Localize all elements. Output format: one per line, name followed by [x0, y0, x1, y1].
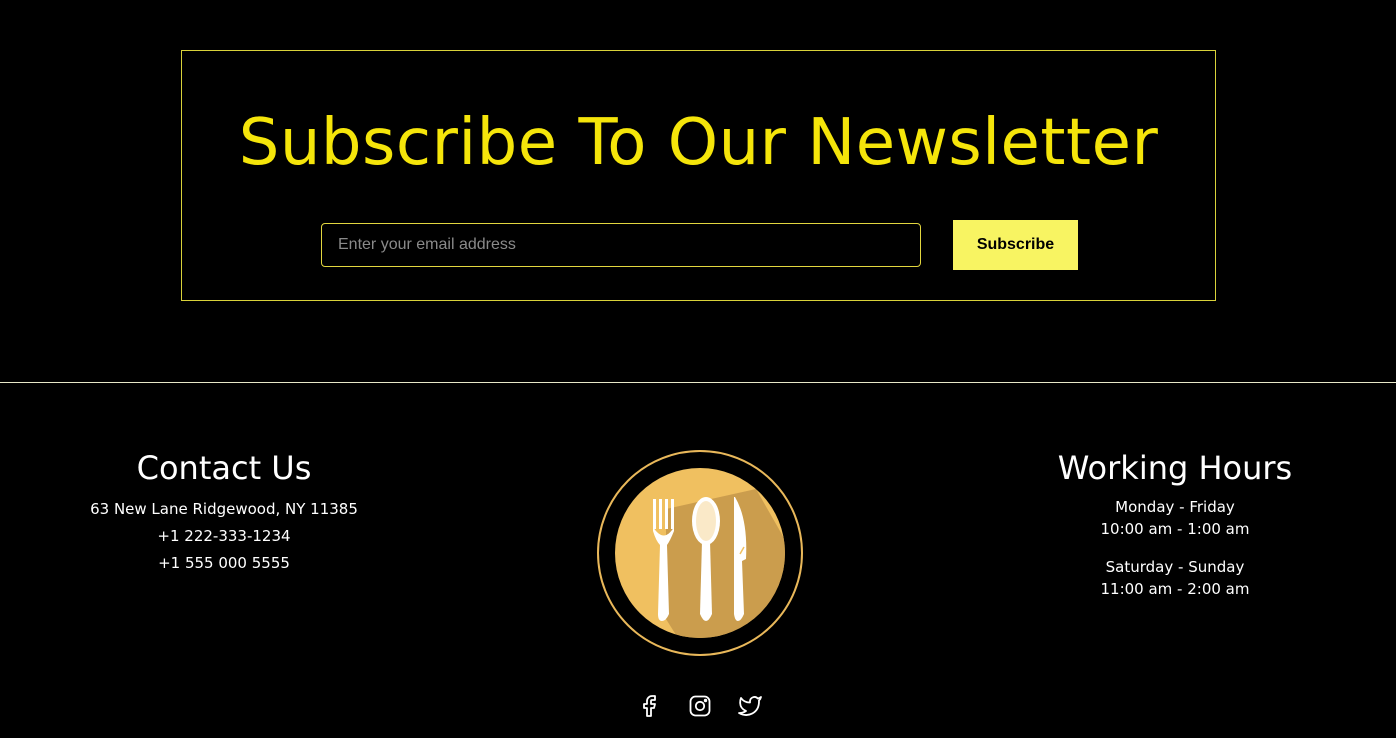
facebook-icon[interactable]	[636, 692, 664, 720]
subscribe-button[interactable]: Subscribe	[953, 220, 1078, 270]
divider	[0, 382, 1396, 383]
weekend-time: 11:00 am - 2:00 am	[1100, 580, 1250, 598]
contact-phone-2: +1 555 000 5555	[158, 554, 290, 572]
weekday-label: Monday - Friday	[1115, 498, 1235, 516]
hours-section: Working Hours Monday - Friday 10:00 am -…	[975, 446, 1375, 616]
email-input[interactable]	[321, 223, 921, 267]
contact-address: 63 New Lane Ridgewood, NY 11385	[90, 500, 358, 518]
instagram-icon[interactable]	[686, 692, 714, 720]
fork-spoon-knife-icon	[597, 450, 803, 656]
weekday-hours: Monday - Friday 10:00 am - 1:00 am	[975, 496, 1375, 540]
page: Subscribe To Our Newsletter Subscribe Co…	[0, 0, 1396, 738]
restaurant-logo	[596, 449, 804, 657]
contact-title: Contact Us	[136, 449, 312, 487]
weekend-hours: Saturday - Sunday 11:00 am - 2:00 am	[975, 556, 1375, 600]
newsletter-section: Subscribe To Our Newsletter Subscribe	[181, 50, 1216, 301]
weekend-label: Saturday - Sunday	[1105, 558, 1245, 576]
social-links	[636, 690, 764, 722]
contact-section: Contact Us 63 New Lane Ridgewood, NY 113…	[24, 446, 424, 577]
twitter-icon[interactable]	[736, 692, 764, 720]
weekday-time: 10:00 am - 1:00 am	[1100, 520, 1250, 538]
hours-title: Working Hours	[1057, 449, 1293, 487]
newsletter-title: Subscribe To Our Newsletter	[238, 106, 1159, 180]
contact-phone-1: +1 222-333-1234	[157, 527, 291, 545]
